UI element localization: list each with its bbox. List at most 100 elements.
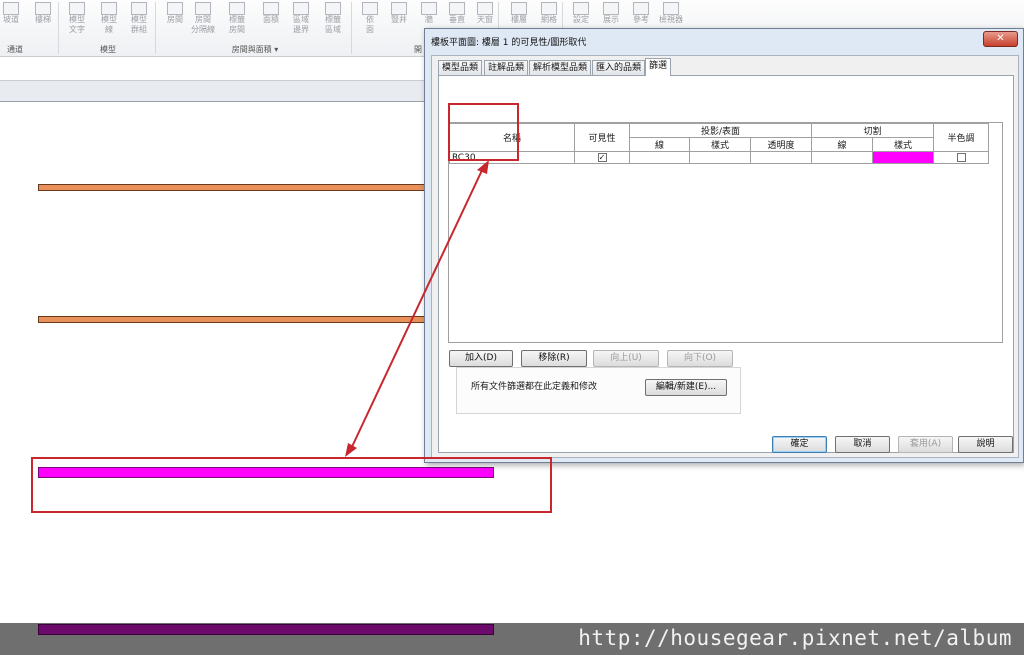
- transparency-cell[interactable]: [750, 151, 812, 164]
- cut-lines-cell[interactable]: [811, 151, 873, 164]
- ribbon-separator: [155, 2, 156, 54]
- ribbon-tool-icon: [541, 2, 557, 15]
- annotation-box-magenta-wall: [31, 457, 552, 513]
- filter-info-box: 所有文件篩選都在此定義和修改 編輯/新建(E)...: [456, 367, 741, 414]
- ribbon-tool-label: 依 面: [366, 15, 374, 34]
- visibility-cell[interactable]: ✓: [574, 151, 630, 164]
- ribbon-tool-button[interactable]: 模型 文字: [62, 0, 92, 42]
- header-transparency: 透明度: [750, 137, 812, 152]
- ribbon-tool-label: 房間: [167, 15, 183, 24]
- ribbon-tool-button[interactable]: 模型 線: [94, 0, 124, 42]
- add-button[interactable]: 加入(D): [449, 350, 513, 367]
- filters-tab-pane: 名稱 可見性 投影/表面 切割 半色調 線 樣式 透明度 線 樣式 RC30 ✓…: [438, 75, 1014, 453]
- annotation-box-filter-name: [448, 103, 519, 161]
- projection-patterns-cell[interactable]: [689, 151, 751, 164]
- ribbon-tool-button[interactable]: 標籤 區域: [318, 0, 348, 42]
- ribbon-tool-label: 模型 線: [101, 15, 117, 34]
- dialog-body: 模型品類 註解品類 解析模型品類 匯入的品類 篩選 名稱 可見性 投影/表面 切…: [431, 55, 1019, 458]
- ribbon-tool-icon: [362, 2, 378, 15]
- header-cut-patterns: 樣式: [872, 137, 934, 152]
- ok-button[interactable]: 確定: [772, 436, 827, 453]
- ribbon-tool-button[interactable]: 依 面: [355, 0, 385, 42]
- ribbon-tool-label: 垂直: [449, 15, 465, 24]
- header-projection-surface: 投影/表面: [629, 123, 812, 138]
- apply-button[interactable]: 套用(A): [898, 436, 953, 453]
- help-button[interactable]: 說明: [958, 436, 1013, 453]
- close-button[interactable]: ✕: [983, 31, 1018, 47]
- header-visibility[interactable]: 可見性: [574, 123, 630, 152]
- ribbon-tool-label: 樓層: [511, 15, 527, 24]
- ribbon-tool-label: 房間 分隔線: [191, 15, 215, 34]
- ribbon-tool-label: 樓梯: [35, 15, 51, 24]
- dialog-title: 樓板平面圖: 樓層 1 的可見性/圖形取代: [431, 38, 587, 48]
- ribbon-tool-button[interactable]: 樓梯: [28, 0, 58, 42]
- move-up-button[interactable]: 向上(U): [593, 350, 659, 367]
- tab-model-categories[interactable]: 模型品類: [438, 60, 483, 75]
- filters-table-container: 名稱 可見性 投影/表面 切割 半色調 線 樣式 透明度 線 樣式 RC30 ✓: [448, 122, 1003, 343]
- move-down-button[interactable]: 向下(O): [667, 350, 733, 367]
- ribbon-tool-label: 展示: [603, 15, 619, 24]
- tab-imported-categories[interactable]: 匯入的品類: [592, 60, 646, 75]
- halftone-cell[interactable]: [933, 151, 989, 164]
- header-halftone[interactable]: 半色調: [933, 123, 989, 152]
- ribbon-tool-label: 坡道: [3, 15, 19, 24]
- wall-orange-2[interactable]: [38, 316, 426, 323]
- ribbon-tool-label: 豎井: [391, 15, 407, 24]
- ribbon-tool-icon: [663, 2, 679, 15]
- ribbon-tool-label: 牆: [425, 15, 433, 24]
- cut-patterns-cell[interactable]: [872, 151, 934, 164]
- filters-table: 名稱 可見性 投影/表面 切割 半色調 線 樣式 透明度 線 樣式 RC30 ✓: [449, 123, 989, 164]
- visibility-graphics-dialog: 樓板平面圖: 樓層 1 的可見性/圖形取代 ✕ 模型品類 註解品類 解析模型品類…: [424, 28, 1024, 463]
- halftone-checkbox[interactable]: [956, 152, 966, 162]
- ribbon-tool-icon: [573, 2, 589, 15]
- ribbon-tool-icon: [449, 2, 465, 15]
- ribbon-tool-icon: [603, 2, 619, 15]
- tab-annotation-categories[interactable]: 註解品類: [484, 60, 529, 75]
- filter-info-text: 所有文件篩選都在此定義和修改: [471, 382, 598, 392]
- remove-button[interactable]: 移除(R): [521, 350, 587, 367]
- ribbon-tool-icon: [131, 2, 147, 15]
- ribbon-tool-icon: [167, 2, 183, 15]
- projection-lines-cell[interactable]: [629, 151, 690, 164]
- watermark-text: http://housegear.pixnet.net/album: [578, 626, 1012, 650]
- ribbon-tool-icon: [325, 2, 341, 15]
- ribbon-tool-label: 網格: [541, 15, 557, 24]
- tab-filters[interactable]: 篩選: [645, 58, 672, 76]
- ribbon-tool-icon: [477, 2, 493, 15]
- panel-room-area-label[interactable]: 房間與面積 ▾: [160, 43, 350, 56]
- ribbon-tool-label: 模型 群組: [131, 15, 147, 34]
- ribbon-tool-label: 標籤 房間: [229, 15, 245, 34]
- ribbon-tool-icon: [633, 2, 649, 15]
- ribbon-separator: [351, 2, 352, 54]
- ribbon-tool-label: 檢視器: [659, 15, 683, 24]
- ribbon-tool-icon: [421, 2, 437, 15]
- ribbon-tool-label: 天窗: [477, 15, 493, 24]
- wall-orange-1[interactable]: [38, 184, 426, 191]
- ribbon-tool-icon: [511, 2, 527, 15]
- ribbon-tool-button[interactable]: 區域 邊界: [286, 0, 316, 42]
- tab-analytical-model-categories[interactable]: 解析模型品類: [529, 60, 592, 75]
- arrow-head-bottom-icon: [345, 443, 357, 457]
- edit-new-button[interactable]: 編輯/新建(E)...: [645, 379, 727, 396]
- cancel-button[interactable]: 取消: [835, 436, 890, 453]
- ribbon-tool-button[interactable]: 坡道: [0, 0, 26, 42]
- ribbon-tool-button[interactable]: 房間: [160, 0, 190, 42]
- ribbon-tool-button[interactable]: 豎井: [384, 0, 414, 42]
- ribbon-tool-button[interactable]: 房間 分隔線: [188, 0, 218, 42]
- header-cut-lines: 線: [811, 137, 873, 152]
- visibility-checkbox[interactable]: ✓: [597, 152, 607, 162]
- ribbon-tool-label: 模型 文字: [69, 15, 85, 34]
- ribbon-tool-label: 設定: [573, 15, 589, 24]
- wall-purple[interactable]: [38, 624, 494, 635]
- ribbon-tool-icon: [293, 2, 309, 15]
- header-cut: 切割: [811, 123, 934, 138]
- table-row[interactable]: RC30 ✓: [449, 151, 989, 164]
- ribbon-separator: [58, 2, 59, 54]
- ribbon-tool-icon: [35, 2, 51, 15]
- ribbon-tool-icon: [263, 2, 279, 15]
- ribbon-tool-button[interactable]: 面積: [256, 0, 286, 42]
- header-projection-patterns: 樣式: [689, 137, 751, 152]
- ribbon-tool-label: 面積: [263, 15, 279, 24]
- ribbon-tool-button[interactable]: 模型 群組: [124, 0, 154, 42]
- ribbon-tool-button[interactable]: 標籤 房間: [222, 0, 252, 42]
